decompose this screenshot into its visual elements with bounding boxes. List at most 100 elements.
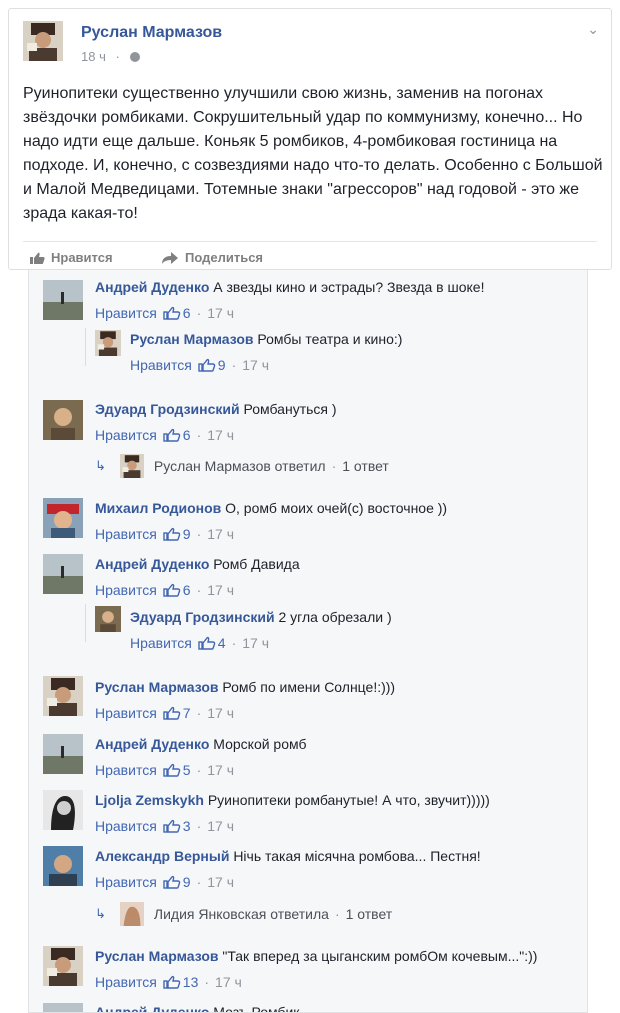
avatar[interactable] [43, 498, 83, 538]
comment-actions: Нравится 6 · 17 ч [95, 582, 234, 598]
avatar[interactable] [43, 676, 83, 716]
comment-actions: Нравится 4 · 17 ч [130, 635, 269, 651]
comment-actions: Нравится 13 · 17 ч [95, 974, 242, 990]
like-count[interactable]: 3 [183, 818, 191, 834]
like-link[interactable]: Нравится [95, 974, 157, 990]
separator-dot: · [196, 705, 202, 721]
like-link[interactable]: Нравится [95, 874, 157, 890]
like-count[interactable]: 13 [183, 974, 199, 990]
comment-time[interactable]: 17 ч [242, 357, 269, 373]
like-count[interactable]: 9 [218, 357, 226, 373]
comment-actions: Нравится 7 · 17 ч [95, 705, 234, 721]
comment-text: Мозъ Ромбик [213, 1004, 300, 1013]
thumb-up-icon [163, 306, 181, 320]
comment-time[interactable]: 17 ч [207, 874, 234, 890]
share-button[interactable]: Поделиться [161, 250, 263, 265]
reply-thread-line [85, 604, 86, 642]
comment-text: А звезды кино и эстрады? Звезда в шоке! [213, 279, 485, 295]
like-link[interactable]: Нравится [95, 305, 157, 321]
share-arrow-icon [162, 251, 178, 264]
thumb-up-icon [163, 763, 181, 777]
like-count[interactable]: 9 [183, 874, 191, 890]
separator-dot: · [196, 874, 202, 890]
comment-author[interactable]: Руслан Мармазов [130, 331, 253, 347]
comment-author[interactable]: Андрей Дуденко [95, 279, 209, 295]
comment-time[interactable]: 17 ч [207, 427, 234, 443]
avatar[interactable] [95, 330, 121, 356]
comment-actions: Нравится 9 · 17 ч [130, 357, 269, 373]
comment-time[interactable]: 17 ч [215, 974, 242, 990]
comment-author[interactable]: Андрей Дуденко [95, 556, 209, 572]
comment-author[interactable]: Андрей Дуденко [95, 1004, 209, 1012]
like-link[interactable]: Нравится [130, 635, 192, 651]
author-avatar[interactable] [23, 21, 63, 61]
comment-author[interactable]: Эдуард Гродзинский [130, 609, 275, 625]
like-count[interactable]: 6 [183, 305, 191, 321]
separator-dot: · [334, 906, 340, 922]
comment-text: О, ромб моих очей(с) восточное )) [225, 500, 448, 516]
comment-author[interactable]: Александр Верный [95, 848, 229, 864]
chevron-down-icon[interactable]: ⌄ [587, 21, 599, 38]
comment-time[interactable]: 17 ч [207, 705, 234, 721]
reply-summary-text: Руслан Мармазов ответил [153, 458, 326, 474]
view-replies-link[interactable]: ↳ Руслан Мармазов ответил · 1 ответ [95, 454, 389, 478]
avatar[interactable] [43, 280, 83, 320]
thumb-up-icon [163, 819, 181, 833]
thumb-up-icon [163, 428, 181, 442]
thumb-up-icon [163, 875, 181, 889]
separator-dot: · [196, 526, 202, 542]
comment-time[interactable]: 17 ч [207, 762, 234, 778]
like-button[interactable]: Нравится [29, 250, 113, 265]
comment-author[interactable]: Андрей Дуденко [95, 736, 209, 752]
thumb-up-icon [163, 583, 181, 597]
post-card: Руслан Мармазов 18 ч · ⌄ Руинопитеки сущ… [8, 8, 612, 270]
like-link[interactable]: Нравится [95, 582, 157, 598]
avatar[interactable] [43, 790, 83, 830]
comment-time[interactable]: 17 ч [242, 635, 269, 651]
post-text: Руинопитеки существенно улучшили свою жи… [23, 85, 603, 222]
view-replies-link[interactable]: ↳ Лидия Янковская ответила · 1 ответ [95, 902, 392, 926]
comment-time[interactable]: 17 ч [207, 582, 234, 598]
avatar[interactable] [43, 946, 83, 986]
like-link[interactable]: Нравится [95, 526, 157, 542]
comment-author[interactable]: Руслан Мармазов [95, 948, 218, 964]
avatar [120, 454, 144, 478]
comment-author[interactable]: Эдуард Гродзинский [95, 401, 240, 417]
comment-author[interactable]: Михаил Родионов [95, 500, 221, 516]
like-link[interactable]: Нравится [130, 357, 192, 373]
comment-text: 2 угла обрезали ) [278, 609, 392, 625]
like-link[interactable]: Нравится [95, 818, 157, 834]
comment-time[interactable]: 17 ч [207, 526, 234, 542]
post-author[interactable]: Руслан Мармазов [81, 24, 222, 42]
like-link[interactable]: Нравится [95, 705, 157, 721]
comment-author[interactable]: Руслан Мармазов [95, 679, 218, 695]
comment-time[interactable]: 17 ч [207, 305, 234, 321]
reply-arrow-icon: ↳ [95, 906, 106, 921]
avatar[interactable] [43, 846, 83, 886]
avatar[interactable] [43, 734, 83, 774]
comment-author[interactable]: Ljolja Zemskykh [95, 792, 204, 808]
avatar [120, 902, 144, 926]
avatar[interactable] [95, 606, 121, 632]
avatar[interactable] [43, 554, 83, 594]
avatar[interactable] [43, 400, 83, 440]
comment-text: Ромбануться ) [243, 401, 337, 417]
like-link[interactable]: Нравится [95, 427, 157, 443]
comment-actions: Нравится 5 · 17 ч [95, 762, 234, 778]
like-count[interactable]: 9 [183, 526, 191, 542]
like-count[interactable]: 7 [183, 705, 191, 721]
globe-icon [129, 52, 140, 62]
like-count[interactable]: 5 [183, 762, 191, 778]
like-link[interactable]: Нравится [95, 762, 157, 778]
comment-actions: Нравится 9 · 17 ч [95, 874, 234, 890]
like-count[interactable]: 6 [183, 427, 191, 443]
post-time[interactable]: 18 ч [81, 49, 106, 64]
comment-time[interactable]: 17 ч [207, 818, 234, 834]
reply-thread-line [85, 328, 86, 366]
post-actions: Нравится Поделиться [23, 241, 597, 270]
avatar[interactable] [43, 1003, 83, 1013]
separator-dot: · [196, 582, 202, 598]
like-count[interactable]: 6 [183, 582, 191, 598]
like-count[interactable]: 4 [218, 635, 226, 651]
comment-text: Морской ромб [213, 736, 307, 752]
